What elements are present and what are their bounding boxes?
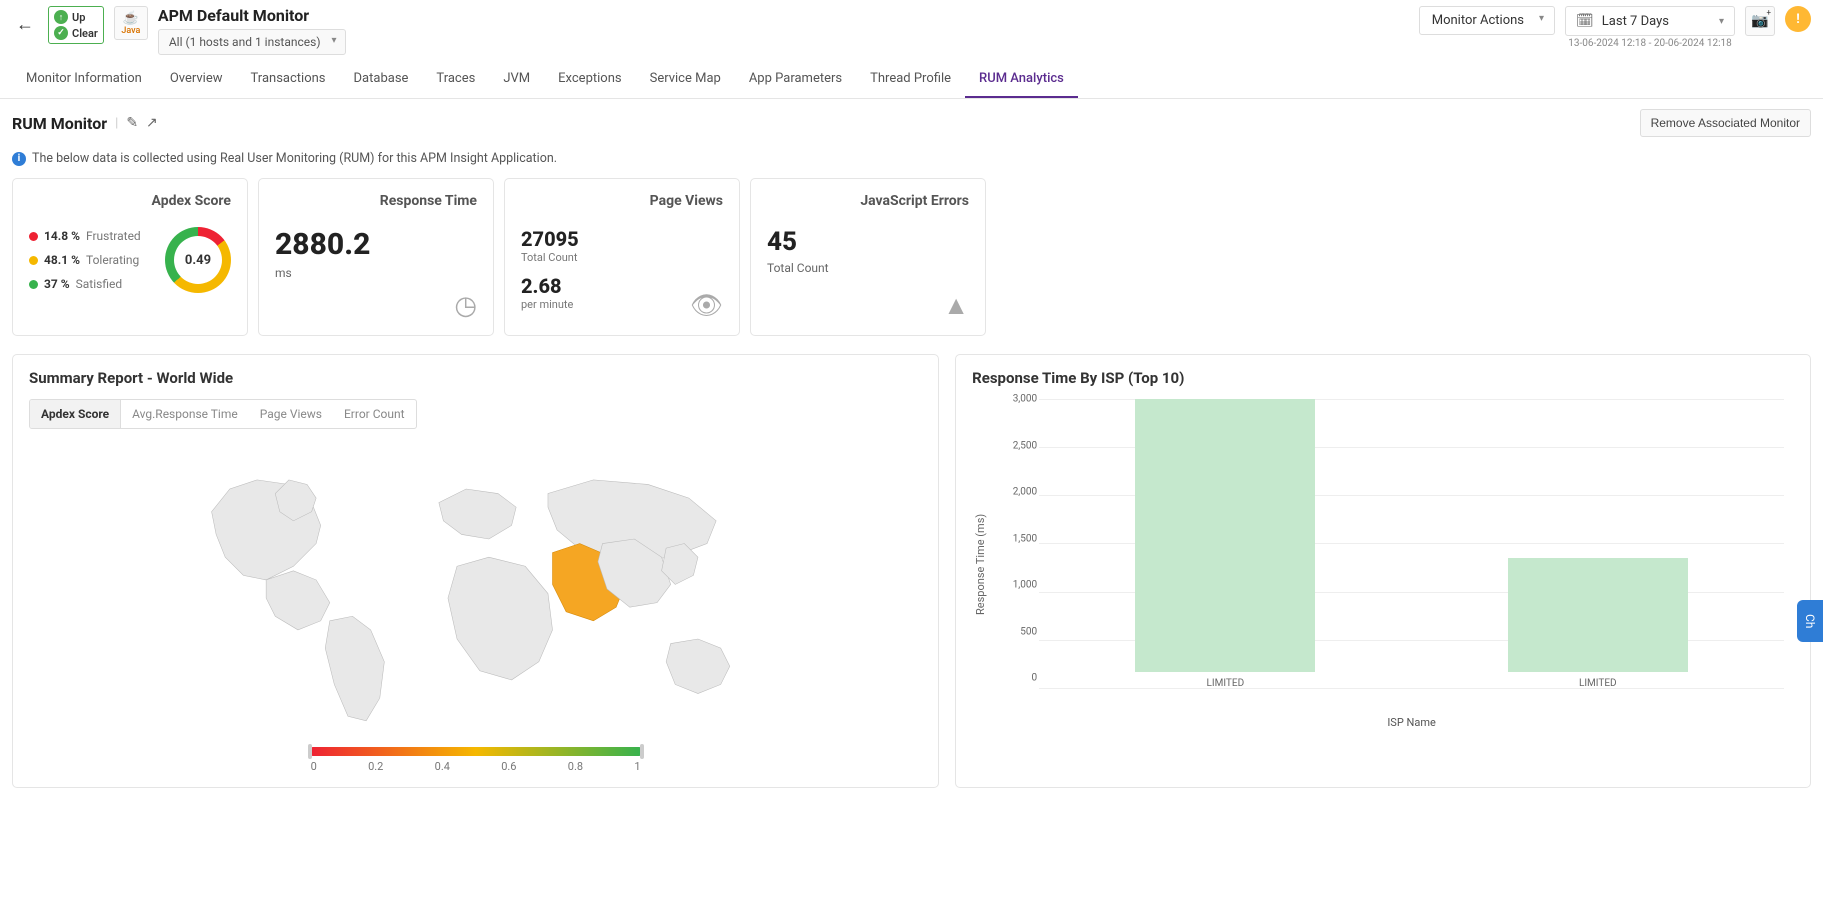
calendar-icon: 🗓 [1576,13,1594,29]
user-avatar[interactable]: ! [1785,6,1811,32]
world-map[interactable] [51,439,899,739]
tab-monitor-information[interactable]: Monitor Information [12,61,156,98]
tab-exceptions[interactable]: Exceptions [544,61,635,98]
map-legend-gradient [311,747,641,756]
open-external-icon[interactable]: ↗ [146,115,158,131]
tab-transactions[interactable]: Transactions [237,61,340,98]
tab-thread-profile[interactable]: Thread Profile [856,61,965,98]
summary-report-panel: Summary Report - World Wide Apdex ScoreA… [12,354,939,788]
status-badge: ↑ Up ✓ Clear [48,6,104,44]
check-icon: ✓ [54,26,68,40]
tab-service-map[interactable]: Service Map [636,61,735,98]
pill-apdex-score[interactable]: Apdex Score [30,400,121,428]
metric-toggle: Apdex ScoreAvg.Response TimePage ViewsEr… [29,399,417,429]
status-clear-label: Clear [72,27,98,40]
page-title: APM Default Monitor [158,6,346,25]
remove-monitor-button[interactable]: Remove Associated Monitor [1640,109,1811,137]
js-errors-card: JavaScript Errors 45 Total Count ▲ [750,178,986,336]
status-up-label: Up [72,11,85,24]
page-views-card: Page Views 27095 Total Count 2.68 per mi… [504,178,740,336]
pill-page-views[interactable]: Page Views [249,400,333,428]
up-arrow-icon: ↑ [54,10,68,24]
apdex-card: Apdex Score 14.8 % Frustrated48.1 % Tole… [12,178,248,336]
eye-icon: 👁 [690,291,723,321]
java-icon: ☕ Java [114,6,148,40]
isp-bar-chart[interactable]: Response Time (ms) 3,0002,5002,0001,5001… [972,399,1794,729]
monitor-actions-dropdown[interactable]: Monitor Actions [1419,6,1555,35]
edit-icon[interactable]: ✎ [126,115,138,131]
section-title: RUM Monitor [12,114,107,133]
warning-icon: ▲ [943,290,969,321]
date-range-subtext: 13-06-2024 12:18 - 20-06-2024 12:18 [1568,38,1731,49]
host-selector[interactable]: All (1 hosts and 1 instances) [158,29,346,55]
tab-rum-analytics[interactable]: RUM Analytics [965,61,1078,98]
info-text: The below data is collected using Real U… [32,151,557,166]
date-range-picker[interactable]: 🗓 Last 7 Days [1565,6,1735,36]
tab-app-parameters[interactable]: App Parameters [735,61,856,98]
isp-panel: Response Time By ISP (Top 10) Response T… [955,354,1811,788]
response-time-card: Response Time 2880.2 ms ◷ [258,178,494,336]
tab-jvm[interactable]: JVM [489,61,544,98]
info-icon: i [12,152,26,166]
tab-bar: Monitor InformationOverviewTransactionsD… [0,61,1823,99]
tab-database[interactable]: Database [340,61,423,98]
apdex-donut: 0.49 [165,227,231,293]
chat-tab[interactable]: Ch [1797,600,1823,642]
tab-traces[interactable]: Traces [422,61,489,98]
date-range-label: Last 7 Days [1602,14,1669,29]
pill-error-count[interactable]: Error Count [333,400,416,428]
back-arrow-icon[interactable]: ← [12,6,38,43]
tab-overview[interactable]: Overview [156,61,237,98]
pill-avg-response-time[interactable]: Avg.Response Time [121,400,249,428]
screenshot-button[interactable]: 📷+ [1745,6,1775,36]
stopwatch-icon: ◷ [454,291,477,321]
